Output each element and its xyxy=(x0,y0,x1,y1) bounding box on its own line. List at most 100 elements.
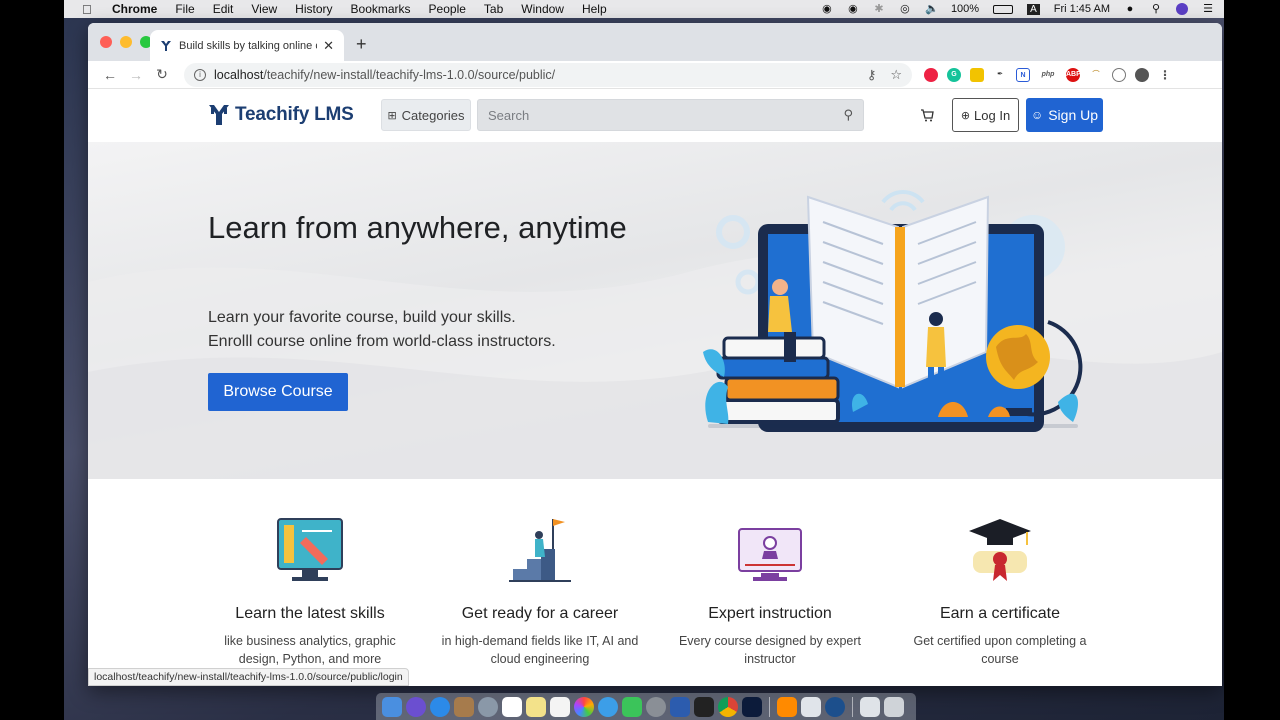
menu-app-name[interactable]: Chrome xyxy=(112,2,157,16)
site-info-icon[interactable]: i xyxy=(194,68,206,81)
menu-help[interactable]: Help xyxy=(582,2,607,16)
menu-file[interactable]: File xyxy=(175,2,194,16)
feature-card: Expert instruction Every course designed… xyxy=(665,479,875,668)
hero-subtitle: Learn your favorite course, build your s… xyxy=(208,306,628,354)
downloads-stack-icon[interactable] xyxy=(860,697,880,717)
chrome-icon[interactable] xyxy=(718,697,738,717)
status-bar-url: localhost/teachify/new-install/teachify-… xyxy=(88,668,409,686)
browse-course-button[interactable]: Browse Course xyxy=(208,373,348,411)
key-icon[interactable]: ⚷ xyxy=(867,67,877,83)
video-instructor-icon xyxy=(738,528,802,581)
user-icon[interactable]: ● xyxy=(1124,3,1136,15)
battery-percent[interactable]: 100% xyxy=(951,3,979,15)
feature-card: Learn the latest skills like business an… xyxy=(205,479,415,668)
extensions-bar: G ✒ N php ABP ⌒ ⋮ xyxy=(924,67,1172,82)
forward-button[interactable]: → xyxy=(124,67,148,83)
signup-button[interactable]: ☺ Sign Up xyxy=(1026,98,1103,132)
menu-tab[interactable]: Tab xyxy=(484,2,503,16)
site-logo[interactable]: Teachify LMS xyxy=(208,103,354,127)
search-icon[interactable]: ⚲ xyxy=(843,107,853,123)
feature-title: Earn a certificate xyxy=(939,605,1061,622)
menu-bar:  Chrome File Edit View History Bookmark… xyxy=(64,0,1224,18)
notification-center-icon[interactable]: ☰ xyxy=(1202,3,1214,15)
battery-icon[interactable] xyxy=(993,4,1014,14)
search-input[interactable] xyxy=(488,107,844,123)
notion-icon[interactable]: N xyxy=(1016,67,1030,82)
bluetooth-icon[interactable]: ✱ xyxy=(873,3,885,15)
siri-icon[interactable] xyxy=(1176,3,1188,15)
teachify-logo-icon xyxy=(209,105,229,125)
letterbox-left xyxy=(0,0,64,720)
photoshop-icon[interactable] xyxy=(742,697,762,717)
close-tab-icon[interactable]: ✕ xyxy=(323,38,334,54)
address-bar[interactable]: i localhost/teachify/new-install/teachif… xyxy=(184,62,912,87)
menu-view[interactable]: View xyxy=(251,2,277,16)
menu-edit[interactable]: Edit xyxy=(213,2,234,16)
extension-outline-icon[interactable] xyxy=(1112,67,1126,82)
reload-button[interactable]: ↻ xyxy=(150,66,174,83)
extension-circle-icon[interactable] xyxy=(924,67,938,82)
record-icon[interactable]: ◉ xyxy=(821,3,833,15)
chrome-menu-icon[interactable]: ⋮ xyxy=(1158,67,1172,82)
minimize-window-button[interactable] xyxy=(120,36,132,48)
notes-app-icon[interactable] xyxy=(454,697,474,717)
adblock-icon[interactable]: ABP xyxy=(1066,67,1081,82)
url-path: /teachify/new-install/teachify-lms-1.0.0… xyxy=(263,67,556,82)
reminders-icon[interactable] xyxy=(550,697,570,717)
profile-avatar-icon[interactable] xyxy=(1135,67,1149,82)
new-tab-button[interactable]: + xyxy=(356,34,367,55)
volume-icon[interactable]: 🔈 xyxy=(925,3,939,15)
spotlight-icon[interactable]: ⚲ xyxy=(1150,3,1162,15)
login-button[interactable]: ⊕ Log In xyxy=(952,98,1019,132)
clock[interactable]: Fri 1:45 AM xyxy=(1054,3,1110,15)
tab-active[interactable]: Build skills by talking online co ✕ xyxy=(150,30,344,61)
features-section: Learn the latest skills like business an… xyxy=(88,479,1222,686)
apple-icon[interactable]:  xyxy=(82,2,96,17)
cart-icon[interactable] xyxy=(920,109,934,122)
graduation-certificate-icon xyxy=(969,519,1031,581)
menu-people[interactable]: People xyxy=(429,2,466,16)
letterbox-right xyxy=(1224,0,1280,720)
feature-title: Expert instruction xyxy=(708,605,832,622)
word-icon[interactable] xyxy=(670,697,690,717)
php-icon[interactable]: php xyxy=(1039,67,1057,82)
bookmark-star-icon[interactable]: ☆ xyxy=(890,67,902,83)
web-page: Teachify LMS ⊞ Categories ⚲ ⊕ Log In xyxy=(88,90,1222,686)
finder-icon[interactable] xyxy=(382,697,402,717)
ruler-icon[interactable]: ⌒ xyxy=(1089,67,1103,82)
launchpad-icon[interactable] xyxy=(478,697,498,717)
safari-icon[interactable] xyxy=(430,697,450,717)
career-steps-icon xyxy=(509,519,571,582)
siri-dock-icon[interactable] xyxy=(406,697,426,717)
design-board-icon xyxy=(277,518,343,581)
quicktime-icon[interactable] xyxy=(825,697,845,717)
status-menus: ◉ ◉ ✱ ◎ 🔈 100% A Fri 1:45 AM ● ⚲ ☰ xyxy=(821,3,1214,15)
hero-subtitle-line2: Enrolll course online from world-class i… xyxy=(208,333,556,350)
close-window-button[interactable] xyxy=(100,36,112,48)
extension-yellow-icon[interactable] xyxy=(970,67,984,82)
sublime-icon[interactable] xyxy=(777,697,797,717)
menu-window[interactable]: Window xyxy=(521,2,564,16)
wifi-icon[interactable]: ◎ xyxy=(899,3,911,15)
photos-icon[interactable] xyxy=(574,697,594,717)
terminal-icon[interactable] xyxy=(694,697,714,717)
calendar-icon[interactable] xyxy=(502,697,522,717)
grammarly-icon[interactable]: G xyxy=(947,67,961,82)
menu-history[interactable]: History xyxy=(295,2,332,16)
window-controls xyxy=(100,36,152,48)
elephant-app-icon[interactable] xyxy=(801,697,821,717)
facetime-icon[interactable] xyxy=(622,697,642,717)
tab-bar: Build skills by talking online co ✕ + xyxy=(88,23,1222,61)
system-preferences-icon[interactable] xyxy=(646,697,666,717)
trash-icon[interactable] xyxy=(884,697,904,717)
menu-bookmarks[interactable]: Bookmarks xyxy=(351,2,411,16)
messages-icon[interactable] xyxy=(598,697,618,717)
input-source[interactable]: A xyxy=(1027,3,1040,15)
categories-button[interactable]: ⊞ Categories xyxy=(381,99,471,131)
back-button[interactable]: ← xyxy=(98,67,122,83)
eyedropper-icon[interactable]: ✒ xyxy=(993,67,1007,82)
stickies-icon[interactable] xyxy=(526,697,546,717)
feature-description: in high-demand fields like IT, AI and cl… xyxy=(441,634,639,666)
hero-subtitle-line1: Learn your favorite course, build your s… xyxy=(208,309,516,326)
screen-share-icon[interactable]: ◉ xyxy=(847,3,859,15)
